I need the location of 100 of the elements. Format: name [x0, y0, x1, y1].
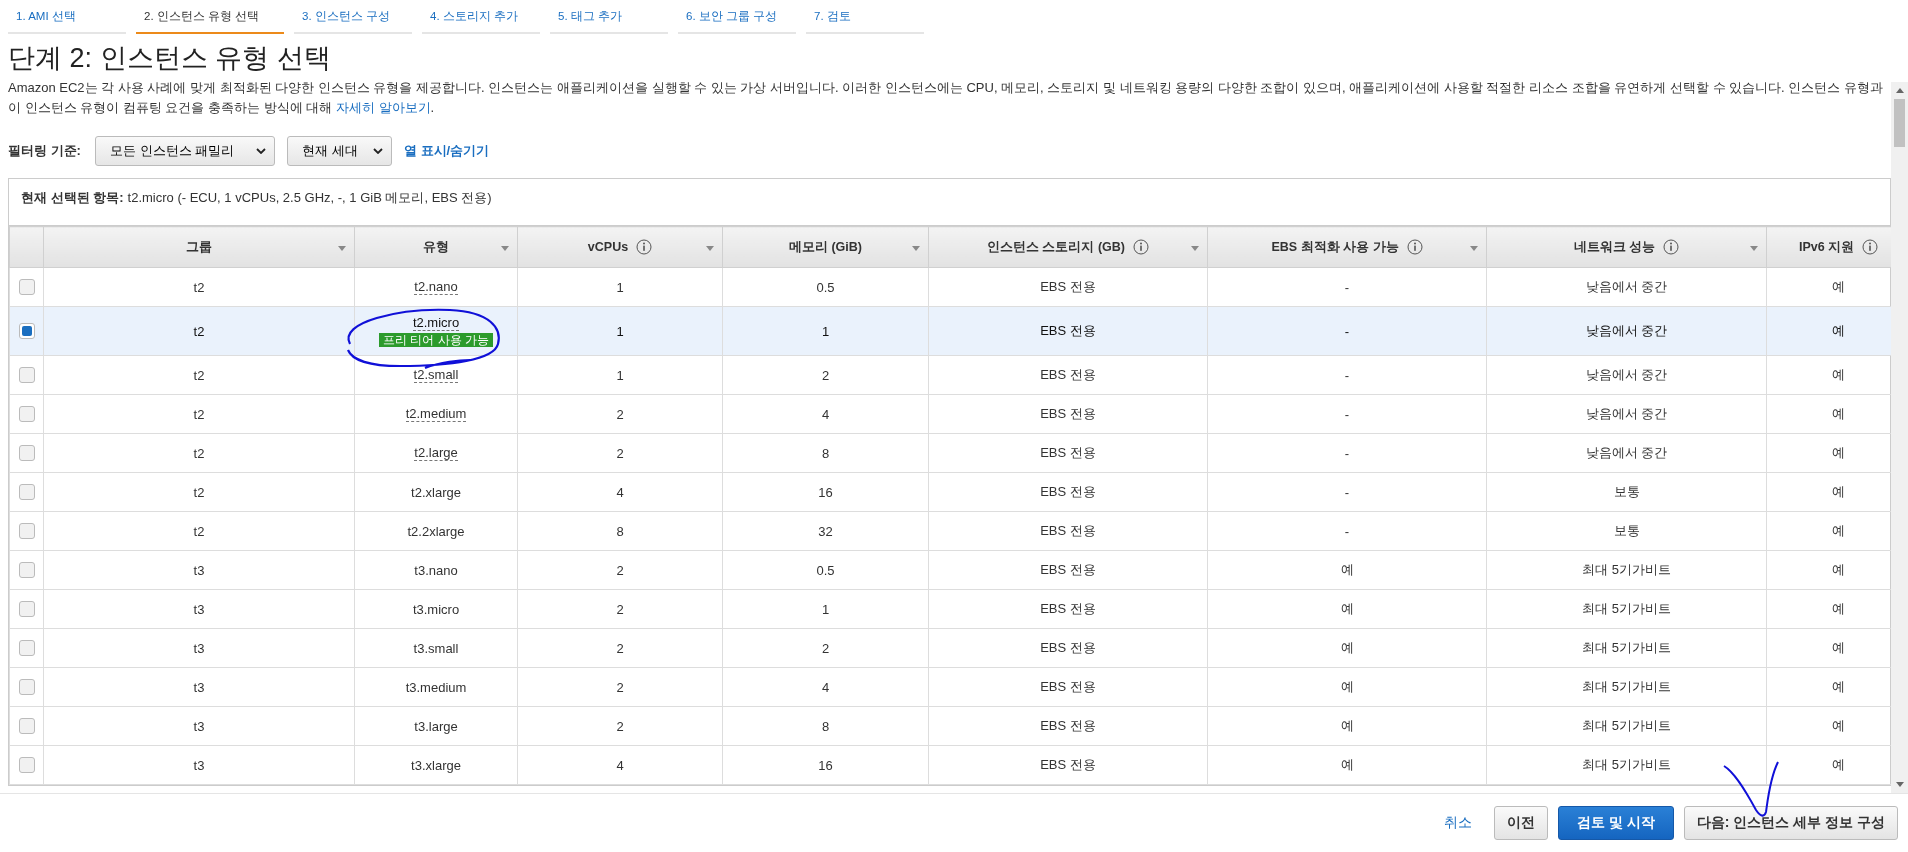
description-text: Amazon EC2는 각 사용 사례에 맞게 최적화된 다양한 인스턴스 유형을 제공합니다. 인스턴스는 애플리케이션을 실행할 수 있는 가상 서버입니다. 이러한 인스턴스에는 CPU, 메모리, 스토리지 및 네트워킹 용량의 다양한 조합이 있으며, 애플리케이션에 사용할 적절한 리소스 조합을 유연하게 선택할 수 있습니다. 인스턴스 유형과 이 인스턴스 유형이 컴퓨팅 요건을 충족하는 방식에 대해 자세히 알아보기. — [8, 79, 1884, 117]
table-cell-text: 낮음에서 중간 — [1585, 406, 1668, 421]
table-cell-text: 8 — [616, 523, 624, 539]
table-cell-text: - — [1344, 523, 1350, 539]
info-icon[interactable] — [1663, 239, 1680, 255]
instance-type-text: t3.micro — [412, 601, 460, 617]
table-cell-text: 2 — [616, 445, 624, 461]
row-checkbox[interactable] — [18, 718, 35, 735]
scrollbar-thumb[interactable] — [1894, 99, 1905, 147]
wizard-step-tab[interactable]: 3. 인스턴스 구성 — [294, 0, 412, 34]
table-cell-text: 예 — [1832, 523, 1845, 538]
column-header[interactable]: IPv6 지원 — [1766, 226, 1891, 268]
filter-label: 필터링 기준: — [8, 142, 81, 160]
row-checkbox[interactable] — [18, 562, 35, 579]
table-cell-text: EBS 전용 — [1040, 406, 1096, 421]
sort-caret-icon[interactable] — [1750, 246, 1758, 251]
row-checkbox[interactable] — [18, 406, 35, 423]
wizard-step-tab[interactable]: 4. 스토리지 추가 — [422, 0, 540, 34]
row-checkbox[interactable] — [18, 323, 35, 340]
table-cell-text: 예 — [1340, 601, 1354, 616]
family-dropdown[interactable]: 모든 인스턴스 패밀리 — [94, 136, 275, 166]
sort-caret-icon[interactable] — [912, 246, 920, 251]
table-cell-text: EBS 전용 — [1040, 484, 1096, 499]
column-header[interactable]: 네트워크 성능 — [1486, 226, 1767, 268]
table-cell-text: 낮음에서 중간 — [1585, 279, 1668, 294]
table-cell-text: EBS 전용 — [1040, 601, 1096, 616]
table-cell-text: 예 — [1832, 445, 1845, 460]
sort-caret-icon[interactable] — [1470, 246, 1478, 251]
info-icon[interactable] — [1862, 239, 1879, 255]
instance-type-text: t2.medium — [405, 406, 467, 422]
table-cell-text: 0.5 — [816, 562, 835, 578]
current-selection-label: 현재 선택된 항목: — [21, 189, 124, 207]
row-checkbox[interactable] — [18, 367, 35, 384]
sort-caret-icon[interactable] — [706, 246, 714, 251]
table-cell-text: t3 — [193, 562, 205, 578]
table-cell-text: 최대 5기가비트 — [1582, 601, 1671, 616]
learn-more-link[interactable]: 자세히 알아보기 — [335, 100, 431, 115]
wizard-step-tab[interactable]: 5. 태그 추가 — [550, 0, 668, 34]
next-button[interactable]: 다음: 인스턴스 세부 정보 구성 — [1683, 806, 1898, 840]
column-header[interactable]: EBS 최적화 사용 가능 — [1207, 226, 1487, 268]
wizard-step-tab[interactable]: 7. 검토 — [806, 0, 924, 34]
wizard-step-tab[interactable]: 1. AMI 선택 — [8, 0, 126, 34]
table-cell-text: 보통 — [1613, 523, 1640, 538]
scroll-up-icon[interactable] — [1895, 88, 1904, 93]
generation-dropdown[interactable]: 현재 세대 — [286, 136, 392, 166]
info-icon[interactable] — [1406, 239, 1423, 255]
column-header[interactable]: 그룹 — [43, 226, 355, 268]
sort-caret-icon[interactable] — [338, 246, 346, 251]
row-checkbox[interactable] — [18, 445, 35, 462]
table-cell-text: 2 — [616, 640, 624, 656]
table-cell-text: 최대 5기가비트 — [1582, 562, 1671, 577]
column-header[interactable]: 유형 — [354, 226, 518, 268]
show-hide-columns-link[interactable]: 열 표시/숨기기 — [403, 142, 490, 160]
table-cell-text: 1 — [821, 601, 830, 617]
table-cell-text: 1 — [821, 323, 830, 339]
cancel-link[interactable]: 취소 — [1444, 814, 1472, 832]
row-checkbox[interactable] — [18, 757, 35, 774]
info-icon[interactable] — [636, 239, 653, 255]
table-cell-text: 낮음에서 중간 — [1585, 445, 1668, 460]
table-cell-text: 2 — [616, 562, 624, 578]
table-cell-text: 예 — [1832, 367, 1845, 382]
column-header[interactable]: vCPUs — [517, 226, 723, 268]
row-checkbox[interactable] — [18, 523, 35, 540]
table-cell-text: 최대 5기가비트 — [1582, 757, 1671, 772]
table-cell-text: t2 — [193, 445, 205, 461]
instance-type-text: t3.xlarge — [411, 757, 461, 773]
row-checkbox[interactable] — [18, 601, 35, 618]
review-launch-button[interactable]: 검토 및 시작 — [1558, 806, 1674, 840]
table-cell-text: 예 — [1832, 279, 1845, 294]
table-cell-text: 예 — [1340, 562, 1354, 577]
table-cell-text: 예 — [1832, 640, 1845, 655]
table-cell-text: t2 — [193, 484, 205, 500]
table-cell-text: EBS 전용 — [1040, 445, 1096, 460]
instance-type-text: t3.nano — [414, 562, 458, 578]
table-cell-text: 4 — [821, 406, 830, 422]
free-tier-badge: 프리 티어 사용 가능 — [379, 333, 493, 347]
wizard-step-tab[interactable]: 2. 인스턴스 유형 선택 — [136, 0, 284, 34]
table-cell-text: 2 — [616, 601, 624, 617]
wizard-step-tab[interactable]: 6. 보안 그룹 구성 — [678, 0, 796, 34]
sort-caret-icon[interactable] — [1191, 246, 1199, 251]
table-cell-text: 예 — [1832, 601, 1845, 616]
row-checkbox[interactable] — [18, 640, 35, 657]
previous-button[interactable]: 이전 — [1494, 806, 1548, 840]
scroll-down-icon[interactable] — [1895, 782, 1904, 787]
table-cell-text: 8 — [821, 445, 830, 461]
column-header[interactable]: 메모리 (GiB) — [722, 226, 929, 268]
info-icon[interactable] — [1133, 239, 1149, 255]
row-checkbox[interactable] — [18, 279, 35, 296]
table-cell-text: 낮음에서 중간 — [1585, 367, 1668, 382]
table-cell-text: 예 — [1340, 718, 1354, 733]
column-header[interactable]: 인스턴스 스토리지 (GB) — [928, 226, 1208, 268]
sort-caret-icon[interactable] — [501, 246, 509, 251]
scrollbar[interactable] — [1891, 82, 1908, 793]
table-cell-text: 1 — [616, 323, 624, 339]
table-cell-text: t3 — [193, 679, 205, 695]
instance-type-text: t2.micro — [412, 315, 460, 331]
row-checkbox[interactable] — [18, 484, 35, 501]
table-cell-text: EBS 전용 — [1040, 562, 1096, 577]
instance-type-text: t2.large — [414, 445, 458, 461]
row-checkbox[interactable] — [18, 679, 35, 696]
